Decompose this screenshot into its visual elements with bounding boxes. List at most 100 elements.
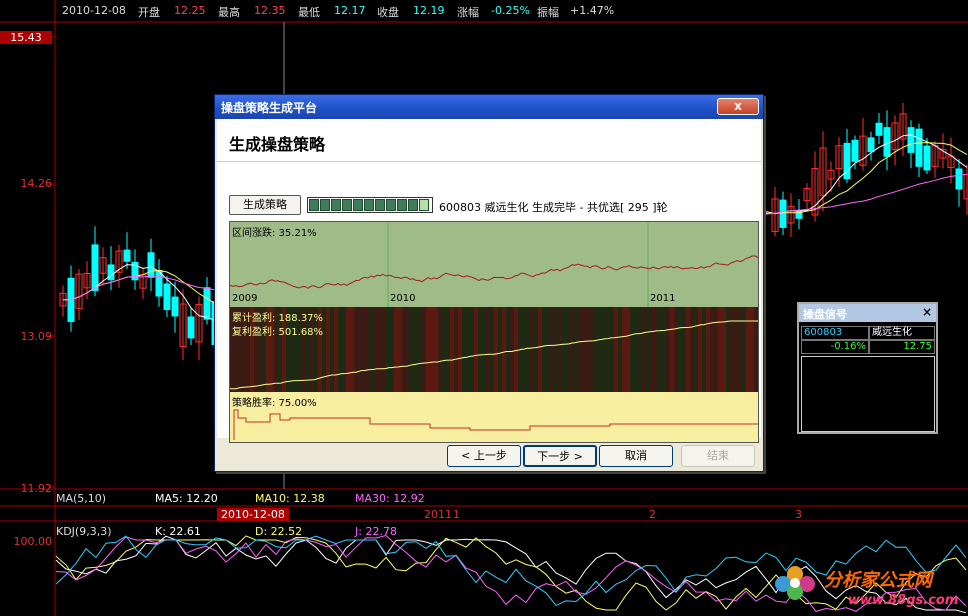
cancel-button[interactable]: 取消: [599, 445, 673, 467]
signal-stripe: [602, 307, 606, 392]
signal-stripe: [626, 307, 630, 392]
signal-stripe: [714, 307, 718, 392]
progress-bar: [307, 197, 433, 213]
progress-block: [309, 199, 319, 211]
signal-stripe: [350, 307, 354, 392]
signal-stripe: [338, 307, 342, 392]
signal-stripe: [506, 307, 510, 392]
low-label: 最低: [298, 6, 320, 19]
signal-stripe: [614, 307, 618, 392]
candle-body: [123, 249, 131, 262]
finish-button[interactable]: 结束: [681, 445, 755, 467]
progress-block: [353, 199, 363, 211]
signal-stripe: [482, 307, 486, 392]
progress-block: [386, 199, 396, 211]
signal-stripe: [666, 307, 670, 392]
progress-block: [364, 199, 374, 211]
date-marker: 3: [795, 508, 802, 521]
signal-stripe: [478, 307, 482, 392]
win-rate-panel: 策略胜率: 75.00%: [230, 392, 758, 442]
signal-title: 操盘信号: [803, 308, 847, 321]
heading-divider: [217, 161, 761, 162]
candle-body: [91, 244, 99, 291]
signal-stripe: [394, 307, 398, 392]
signal-stripe: [498, 307, 502, 392]
close-icon[interactable]: ×: [922, 305, 932, 319]
high-label: 最高: [218, 6, 240, 19]
signal-stripe: [726, 307, 730, 392]
close-button[interactable]: x: [717, 98, 759, 115]
progress-block: [320, 199, 330, 211]
signal-stripe: [618, 307, 622, 392]
ma-title: MA(5,10): [56, 492, 107, 505]
price-axis-label-top: 15.43: [0, 31, 52, 44]
signal-stripe: [594, 307, 598, 392]
signal-stripe: [330, 307, 334, 392]
profit-panel: 累计盈利: 188.37% 复利盈利: 501.68%: [230, 307, 758, 392]
signal-stripe: [590, 307, 594, 392]
candle-body: [883, 127, 891, 157]
signal-stripe: [610, 307, 614, 392]
signal-stripe: [542, 307, 546, 392]
kdj-axis-label: 100.00: [13, 535, 53, 548]
close-icon: x: [734, 99, 742, 113]
signal-stripe: [694, 307, 698, 392]
dialog-body: 生成操盘策略 生成策略 600803 威远生化 生成完毕 - 共优选[ 295 …: [217, 119, 761, 443]
candle-body: [907, 127, 915, 153]
signal-stripe: [454, 307, 458, 392]
progress-block: [408, 199, 418, 211]
dialog-footer: < 上一步 下一步 > 取消 结束: [215, 439, 763, 473]
range-change-panel: 区间涨跌: 35.21% 2009 2010 2011: [230, 222, 758, 307]
price-axis: 15.43 14.26 13.09 11.92 100.00: [0, 22, 56, 616]
candle-body: [795, 209, 803, 219]
generate-strategy-button[interactable]: 生成策略: [229, 195, 301, 215]
signal-stripe: [734, 307, 738, 392]
signal-stripe: [682, 307, 686, 392]
year-label: 2010: [390, 293, 416, 304]
signal-stripe: [374, 307, 378, 392]
ma30-value: MA30: 12.92: [355, 492, 425, 505]
signal-stripe: [406, 307, 410, 392]
signal-stripe: [702, 307, 706, 392]
strategy-dialog[interactable]: 操盘策略生成平台 x 生成操盘策略 生成策略 600803 威远生化 生成完毕 …: [214, 94, 764, 472]
signal-stripe: [742, 307, 746, 392]
amplitude-value: +1.47%: [570, 4, 615, 17]
signal-titlebar[interactable]: 操盘信号 ×: [799, 304, 936, 322]
signal-stripe: [470, 307, 474, 392]
cumulative-profit-label: 累计盈利: 188.37%: [232, 313, 324, 324]
flower-logo-icon: [775, 566, 815, 600]
change-label: 涨幅: [457, 6, 479, 19]
kdj-j-value: J: 22.78: [355, 525, 397, 538]
dialog-heading: 生成操盘策略: [229, 135, 326, 154]
next-button[interactable]: 下一步 >: [523, 445, 597, 467]
trade-signal-panel[interactable]: 操盘信号 × 600803 威远生化 -0.16% 12.75: [797, 302, 938, 434]
signal-stripe: [698, 307, 702, 392]
signal-stripe: [358, 307, 362, 392]
prev-button[interactable]: < 上一步: [447, 445, 521, 467]
year-label: 2011: [650, 293, 676, 304]
candle-body: [203, 287, 211, 320]
signal-stripe: [346, 307, 350, 392]
signal-stripe: [370, 307, 374, 392]
candle-body: [163, 283, 171, 311]
close-value: 12.19: [413, 4, 445, 17]
progress-block: [375, 199, 385, 211]
signal-stripe: [574, 307, 578, 392]
dialog-titlebar[interactable]: 操盘策略生成平台 x: [215, 95, 763, 119]
signal-stripe: [706, 307, 710, 392]
progress-block: [397, 199, 407, 211]
low-value: 12.17: [334, 4, 366, 17]
open-label: 开盘: [138, 6, 160, 19]
signal-stripe: [510, 307, 514, 392]
signal-stripe: [438, 307, 442, 392]
candle-body: [779, 199, 787, 228]
generation-status: 600803 威远生化 生成完毕 - 共优选[ 295 ]轮: [439, 201, 668, 214]
kdj-d-value: D: 22.52: [255, 525, 303, 538]
signal-stripe: [422, 307, 426, 392]
candle-body: [155, 269, 163, 297]
signal-stripe: [514, 307, 518, 392]
candle-body: [147, 252, 155, 278]
change-value: -0.25%: [491, 4, 530, 17]
signal-stripe: [342, 307, 346, 392]
progress-block: [331, 199, 341, 211]
